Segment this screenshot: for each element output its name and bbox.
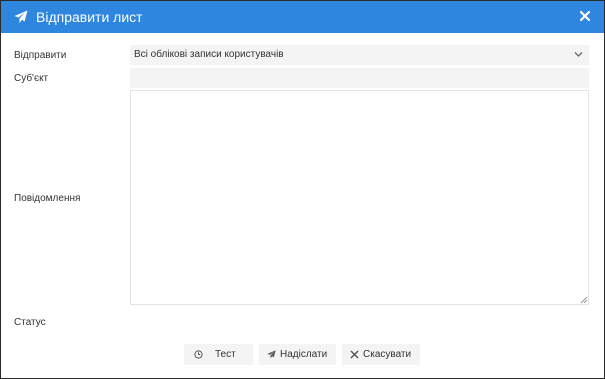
close-icon[interactable]	[578, 9, 592, 23]
send-to-selected-value: Всі облікові записи користувачів	[134, 49, 284, 60]
subject-input[interactable]	[130, 68, 589, 88]
close-icon	[350, 350, 359, 359]
status-label: Статус	[14, 317, 46, 328]
message-textarea[interactable]	[130, 90, 589, 305]
send-to-label: Відправити	[14, 50, 67, 61]
resize-grip-icon[interactable]	[580, 296, 588, 304]
subject-label: Суб'єкт	[14, 73, 49, 84]
send-button[interactable]: Надіслати	[259, 344, 336, 365]
cancel-button[interactable]: Скасувати	[342, 344, 420, 365]
send-button-label: Надіслати	[280, 349, 328, 360]
dialog-title: Відправити лист	[36, 9, 143, 25]
send-mail-dialog: Відправити лист Відправити Всі облікові …	[0, 0, 605, 379]
send-to-select[interactable]: Всі облікові записи користувачів	[130, 45, 589, 65]
test-button[interactable]: Тест	[184, 344, 253, 365]
message-label: Повідомлення	[14, 193, 81, 204]
clock-icon	[194, 350, 203, 359]
test-button-label: Тест	[215, 349, 236, 360]
chevron-down-icon	[574, 52, 583, 57]
dialog-titlebar: Відправити лист	[1, 1, 604, 33]
cancel-button-label: Скасувати	[363, 349, 412, 360]
paper-plane-icon	[267, 350, 276, 359]
paper-plane-icon	[14, 10, 28, 23]
